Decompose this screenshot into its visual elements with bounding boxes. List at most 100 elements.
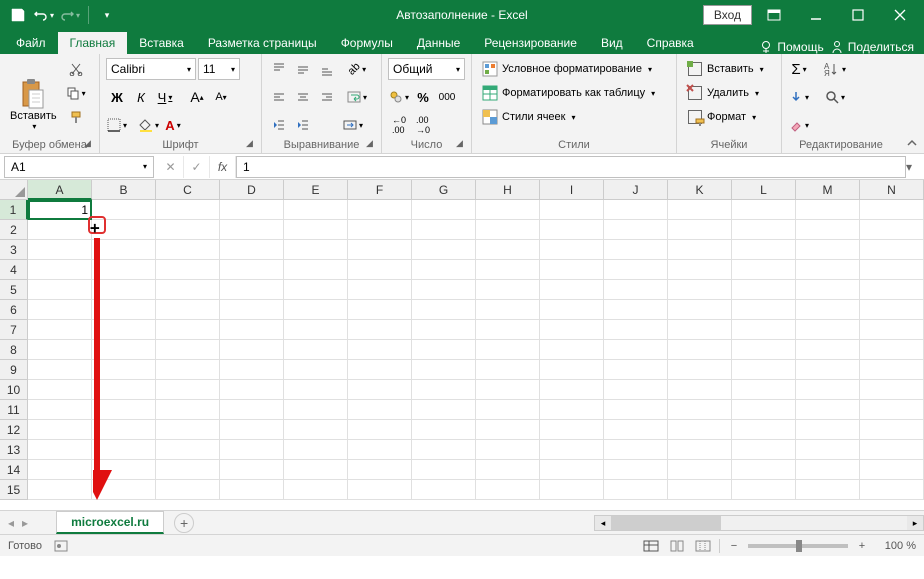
cell[interactable] (92, 440, 156, 460)
row-header[interactable]: 9 (0, 360, 28, 380)
cell[interactable] (156, 240, 220, 260)
cell[interactable] (476, 200, 540, 220)
cell[interactable] (796, 200, 860, 220)
cell[interactable] (284, 260, 348, 280)
tab-home[interactable]: Главная (58, 32, 128, 54)
cell[interactable] (348, 240, 412, 260)
shrink-font-button[interactable]: A▾ (210, 86, 232, 108)
align-top-button[interactable] (268, 58, 290, 80)
tab-insert[interactable]: Вставка (127, 32, 196, 54)
cell[interactable] (156, 260, 220, 280)
qat-customize-button[interactable]: ▾ (95, 3, 119, 27)
cell[interactable] (348, 360, 412, 380)
format-cells-button[interactable]: Формат▾ (683, 106, 775, 128)
format-painter-button[interactable] (65, 106, 87, 128)
cell[interactable] (284, 280, 348, 300)
cell[interactable] (412, 440, 476, 460)
column-header[interactable]: J (604, 180, 668, 200)
cell[interactable] (28, 300, 92, 320)
cell[interactable] (796, 240, 860, 260)
tab-view[interactable]: Вид (589, 32, 635, 54)
cell-styles-button[interactable]: Стили ячеек▾ (478, 106, 670, 128)
cell[interactable] (348, 420, 412, 440)
cell[interactable] (156, 460, 220, 480)
merge-button[interactable]: ▾ (342, 114, 364, 136)
cell[interactable] (668, 340, 732, 360)
normal-view-button[interactable] (641, 538, 661, 554)
cell[interactable] (412, 460, 476, 480)
cell[interactable] (220, 300, 284, 320)
sort-filter-button[interactable]: AЯ▾ (824, 58, 846, 80)
cell[interactable] (156, 300, 220, 320)
cell[interactable] (348, 340, 412, 360)
font-size-selector[interactable]: 11▾ (198, 58, 240, 80)
cell[interactable] (284, 380, 348, 400)
cell[interactable] (476, 220, 540, 240)
column-header[interactable]: L (732, 180, 796, 200)
cell[interactable] (92, 480, 156, 500)
zoom-out-button[interactable]: − (726, 540, 742, 552)
scroll-left-button[interactable]: ◂ (595, 516, 611, 530)
cell[interactable] (220, 280, 284, 300)
scroll-thumb[interactable] (611, 516, 721, 530)
cell[interactable] (412, 280, 476, 300)
cell[interactable] (476, 240, 540, 260)
cell[interactable] (476, 360, 540, 380)
cell[interactable] (348, 280, 412, 300)
cell[interactable] (668, 200, 732, 220)
column-header[interactable]: H (476, 180, 540, 200)
cell[interactable] (540, 280, 604, 300)
cell[interactable] (28, 360, 92, 380)
cell[interactable] (668, 480, 732, 500)
align-left-button[interactable] (268, 86, 290, 108)
conditional-formatting-button[interactable]: Условное форматирование▾ (478, 58, 670, 80)
insert-cells-button[interactable]: Вставить▾ (683, 58, 775, 80)
cell[interactable] (796, 400, 860, 420)
cell[interactable] (476, 460, 540, 480)
cell[interactable] (412, 260, 476, 280)
underline-button[interactable]: Ч▾ (154, 86, 176, 108)
close-button[interactable] (880, 1, 920, 29)
cell[interactable] (220, 380, 284, 400)
cell[interactable] (860, 360, 924, 380)
cell[interactable] (348, 220, 412, 240)
cell[interactable] (732, 420, 796, 440)
row-header[interactable]: 7 (0, 320, 28, 340)
cell[interactable] (668, 240, 732, 260)
increase-decimal-button[interactable]: ←0.00 (388, 114, 410, 136)
row-header[interactable]: 4 (0, 260, 28, 280)
minimize-button[interactable] (796, 1, 836, 29)
cell[interactable] (796, 320, 860, 340)
cell[interactable] (732, 380, 796, 400)
column-header[interactable]: K (668, 180, 732, 200)
cell[interactable] (28, 380, 92, 400)
cell[interactable] (604, 380, 668, 400)
cell[interactable] (796, 340, 860, 360)
cell[interactable] (92, 280, 156, 300)
column-header[interactable]: F (348, 180, 412, 200)
cell[interactable] (604, 480, 668, 500)
cell[interactable] (348, 260, 412, 280)
share-button[interactable]: Поделиться (830, 40, 914, 54)
cell[interactable] (732, 200, 796, 220)
formula-input[interactable]: 1 (236, 156, 906, 178)
cell[interactable] (156, 380, 220, 400)
cell[interactable] (860, 280, 924, 300)
tab-file[interactable]: Файл (4, 32, 58, 54)
cell[interactable] (668, 380, 732, 400)
cell[interactable] (540, 300, 604, 320)
cell[interactable] (476, 280, 540, 300)
column-header[interactable]: C (156, 180, 220, 200)
cell[interactable] (348, 440, 412, 460)
cell[interactable] (156, 420, 220, 440)
cell[interactable] (860, 220, 924, 240)
cell[interactable] (284, 400, 348, 420)
fill-color-button[interactable]: ▾ (138, 114, 160, 136)
font-color-button[interactable]: A▾ (162, 114, 184, 136)
font-name-selector[interactable]: Calibri▾ (106, 58, 196, 80)
cell[interactable] (348, 400, 412, 420)
cell[interactable] (284, 240, 348, 260)
cell[interactable] (156, 440, 220, 460)
cell[interactable] (92, 300, 156, 320)
cell[interactable] (412, 380, 476, 400)
